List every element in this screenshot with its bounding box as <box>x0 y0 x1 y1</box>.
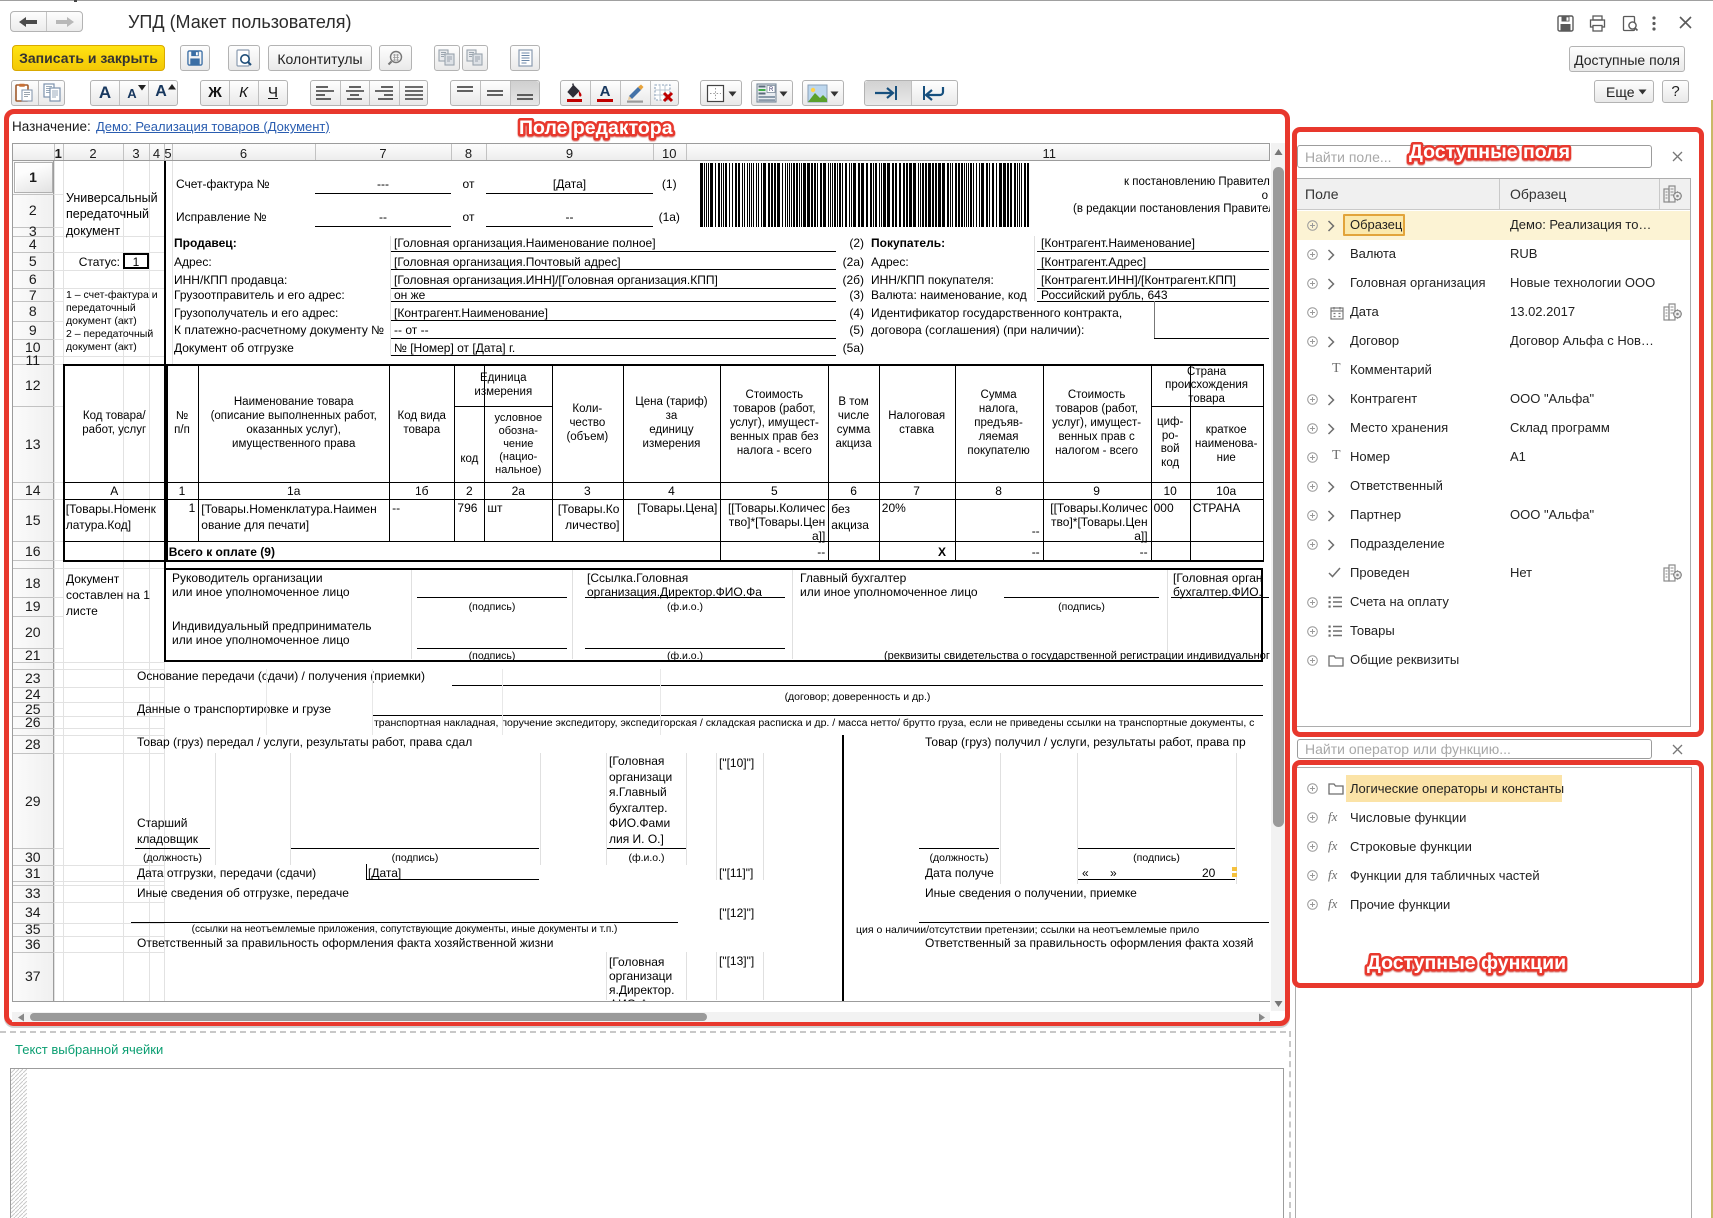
svg-text:R: R <box>769 87 774 93</box>
svg-text:Доступные функции: Доступные функции <box>1367 952 1566 974</box>
svg-text:Доступные поля: Доступные поля <box>1409 141 1570 163</box>
svg-text:Поле редактора: Поле редактора <box>519 117 673 139</box>
